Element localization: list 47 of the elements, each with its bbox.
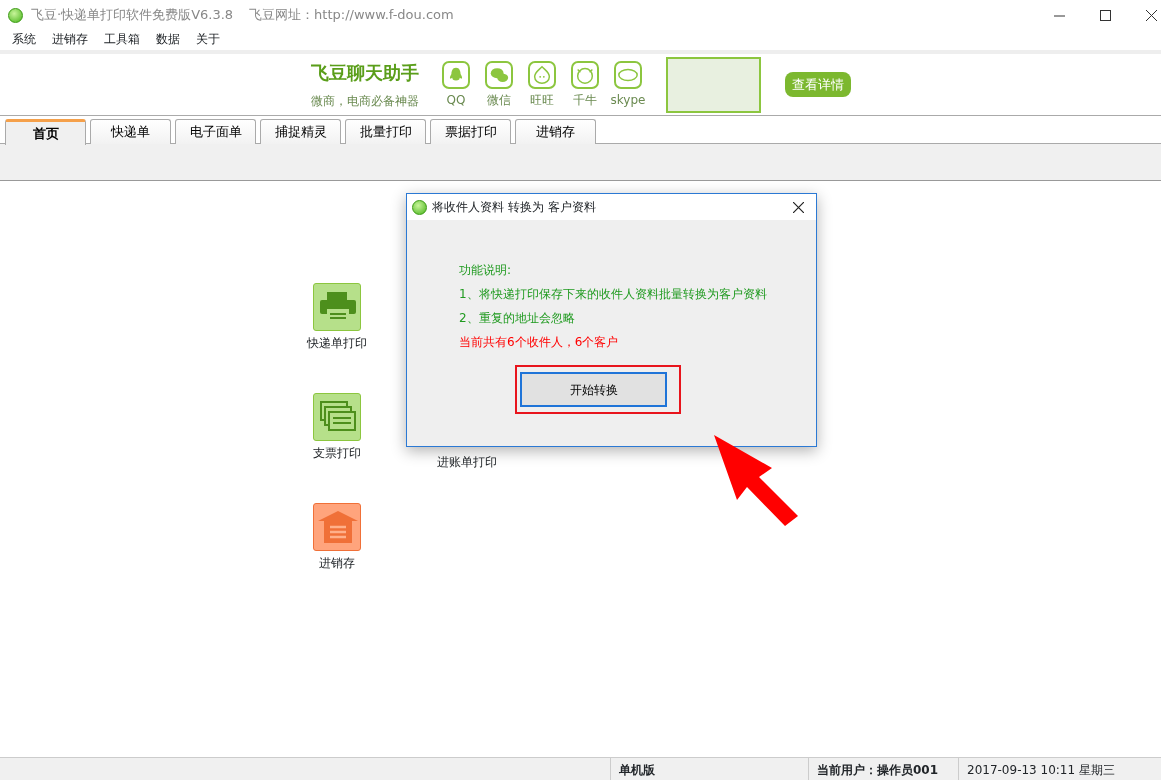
printer-icon[interactable] — [313, 283, 361, 331]
record-count: 当前共有6个收件人，6个客户 — [459, 334, 620, 351]
item-label[interactable]: 进账单打印 — [437, 453, 497, 471]
tab[interactable]: 票据打印 — [430, 119, 511, 144]
banner-title: 飞豆聊天助手 — [310, 61, 419, 85]
menu-item[interactable]: 工具箱 — [96, 30, 148, 50]
date-time: 2017-09-13 10:11 星期三 — [958, 758, 1123, 780]
app-logo-icon — [412, 199, 427, 215]
menu-item[interactable]: 进销存 — [44, 30, 96, 50]
tab[interactable]: 捕捉精灵 — [260, 119, 341, 144]
description-line: 2、重复的地址会忽略 — [459, 310, 576, 327]
item-label[interactable]: 进销存 — [319, 554, 355, 572]
dialog-title: 将收件人资料 转换为 客户资料 — [432, 199, 596, 216]
app-label[interactable]: skype — [610, 90, 646, 109]
tab[interactable]: 电子面单 — [175, 119, 256, 144]
app-label[interactable]: QQ — [446, 90, 466, 109]
tab[interactable]: 进销存 — [515, 119, 596, 144]
app-logo-icon — [8, 7, 23, 23]
description-heading: 功能说明: — [459, 262, 513, 279]
website-address: 飞豆网址：http://www.f-dou.com — [249, 6, 454, 25]
close-icon[interactable] — [793, 201, 804, 213]
app-smiling-drop-icon[interactable] — [528, 60, 556, 89]
app-label[interactable]: 旺旺 — [530, 90, 554, 109]
menu-item[interactable]: 关于 — [188, 30, 228, 50]
banner-subtitle: 微商，电商必备神器 — [310, 93, 419, 110]
app-cloud-logo-icon[interactable] — [614, 60, 642, 89]
app-label[interactable]: 微信 — [487, 90, 511, 109]
tab[interactable]: 首页 — [5, 119, 86, 145]
start-convert-button[interactable]: 开始转换 — [520, 372, 667, 407]
app-penguin-icon[interactable] — [442, 60, 470, 89]
edition-label: 单机版 — [610, 758, 808, 780]
menu-item[interactable]: 数据 — [148, 30, 188, 50]
description-line: 1、将快递打印保存下来的收件人资料批量转换为客户资料 — [459, 286, 768, 303]
warehouse-icon[interactable] — [313, 503, 361, 551]
window-title: 飞豆·快递单打印软件免费版V6.3.8 — [31, 6, 234, 25]
tab[interactable]: 批量打印 — [345, 119, 426, 144]
app-label[interactable]: 千牛 — [573, 90, 597, 109]
menu-item[interactable]: 系统 — [4, 30, 44, 50]
current-user: 当前用户：操作员001 — [808, 758, 958, 780]
maximize-icon — [1100, 9, 1111, 21]
app-chat-bubbles-icon[interactable] — [485, 60, 513, 89]
tab[interactable]: 快递单 — [90, 119, 171, 144]
close-icon — [1146, 9, 1157, 21]
item-label[interactable]: 快递单打印 — [307, 334, 367, 352]
stacked-sheets-icon[interactable] — [313, 393, 361, 441]
app-bull-face-icon[interactable] — [571, 60, 599, 89]
item-label[interactable]: 支票打印 — [313, 444, 361, 462]
